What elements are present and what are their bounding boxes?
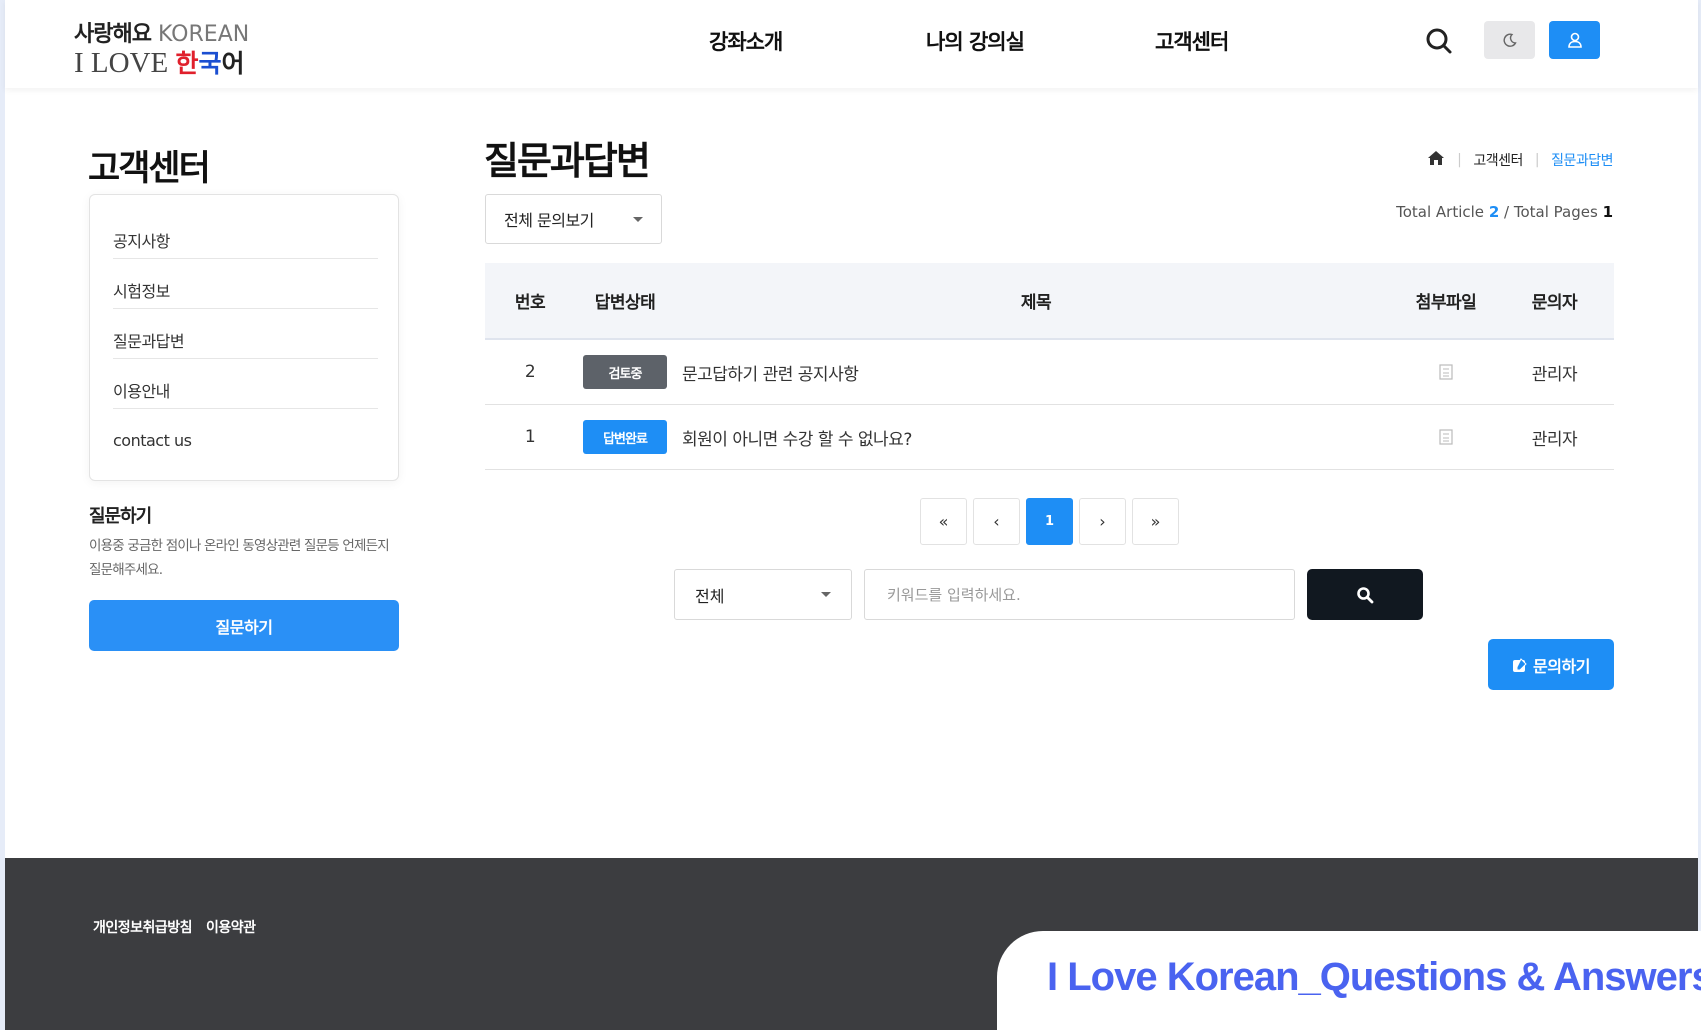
total-pages-label: Total Pages bbox=[1513, 203, 1598, 221]
write-inquiry-button[interactable]: 문의하기 bbox=[1488, 639, 1614, 690]
site-header: 사랑해요 KOREAN I LOVE 한국어 강좌소개 나의 강의실 고객센터 bbox=[5, 0, 1698, 88]
sidebar-item-notice[interactable]: 공지사항 bbox=[113, 209, 378, 259]
logo-han-char: 한 bbox=[175, 49, 199, 78]
home-icon[interactable] bbox=[1427, 150, 1445, 170]
ask-question-button[interactable]: 질문하기 bbox=[89, 600, 399, 651]
nav-my-classroom[interactable]: 나의 강의실 bbox=[926, 26, 1025, 56]
column-header-status: 답변상태 bbox=[594, 293, 656, 313]
row-file-cell bbox=[1397, 364, 1495, 380]
search-submit-button[interactable] bbox=[1307, 569, 1423, 620]
last-page-button[interactable]: » bbox=[1132, 498, 1179, 545]
total-article-count: 2 bbox=[1488, 203, 1500, 221]
total-pages-count: 1 bbox=[1602, 203, 1613, 221]
inquiry-filter-value: 전체 문의보기 bbox=[504, 211, 594, 230]
search-scope-select[interactable]: 전체 bbox=[674, 569, 852, 620]
column-header-no: 번호 bbox=[514, 293, 546, 313]
breadcrumb: | 고객센터 | 질문과답변 bbox=[1427, 150, 1613, 170]
chevron-down-icon bbox=[633, 216, 643, 222]
breadcrumb-separator: | bbox=[1534, 152, 1540, 168]
column-header-author: 문의자 bbox=[1531, 293, 1578, 313]
logo-eo-char: 어 bbox=[221, 49, 245, 78]
row-author: 관리자 bbox=[1531, 429, 1578, 450]
total-article-label: Total Article bbox=[1396, 203, 1485, 221]
page-title: 질문과답변 bbox=[484, 139, 651, 183]
logo-guk-char: 국 bbox=[198, 49, 222, 78]
theme-toggle-button[interactable] bbox=[1484, 21, 1535, 59]
footer-links: 개인정보취급방침 이용약관 bbox=[93, 917, 256, 937]
table-row[interactable]: 2 검토중 문고답하기 관련 공지사항 관리자 bbox=[485, 340, 1614, 405]
breadcrumb-current[interactable]: 질문과답변 bbox=[1551, 150, 1613, 170]
page-1-button[interactable]: 1 bbox=[1026, 498, 1073, 545]
file-icon[interactable] bbox=[1439, 364, 1453, 380]
ask-section-title: 질문하기 bbox=[89, 506, 152, 527]
caption-banner: I Love Korean_Questions & Answers bbox=[997, 931, 1701, 1030]
row-number: 1 bbox=[524, 427, 536, 447]
row-status-cell: 답변완료 bbox=[575, 420, 675, 454]
moon-icon bbox=[1503, 33, 1517, 47]
logo-korean-text: 사랑해요 bbox=[74, 22, 152, 47]
pagination: « ‹ 1 › » bbox=[920, 498, 1179, 545]
edit-icon bbox=[1513, 657, 1527, 672]
next-page-button[interactable]: › bbox=[1079, 498, 1126, 545]
footer-link-terms[interactable]: 이용약관 bbox=[206, 917, 256, 937]
status-badge: 답변완료 bbox=[583, 420, 667, 454]
nav-course-intro[interactable]: 강좌소개 bbox=[709, 26, 783, 56]
keyword-search-input[interactable] bbox=[864, 569, 1295, 620]
column-header-title: 제목 bbox=[1020, 293, 1052, 313]
sidebar-item-guide[interactable]: 이용안내 bbox=[113, 359, 378, 409]
first-page-button[interactable]: « bbox=[920, 498, 967, 545]
nav-customer-center[interactable]: 고객센터 bbox=[1155, 26, 1229, 56]
row-title-link[interactable]: 문고답하기 관련 공지사항 bbox=[675, 360, 1397, 385]
file-icon[interactable] bbox=[1439, 429, 1453, 445]
logo-line1: 사랑해요 KOREAN bbox=[74, 16, 249, 48]
row-status-cell: 검토중 bbox=[575, 355, 675, 389]
logo-english-text: KOREAN bbox=[150, 22, 250, 47]
sidebar-menu: 공지사항 시험정보 질문과답변 이용안내 contact us bbox=[89, 194, 399, 481]
sidebar-item-contact[interactable]: contact us bbox=[113, 409, 378, 459]
table-row[interactable]: 1 답변완료 회원이 아니면 수강 할 수 없나요? 관리자 bbox=[485, 405, 1614, 470]
table-header: 번호 답변상태 제목 첨부파일 문의자 bbox=[485, 263, 1614, 340]
caption-text: I Love Korean_Questions & Answers bbox=[1047, 955, 1701, 999]
search-icon bbox=[1357, 586, 1374, 603]
logo-ilove-text: I LOVE bbox=[74, 47, 176, 79]
site-logo[interactable]: 사랑해요 KOREAN I LOVE 한국어 bbox=[74, 16, 249, 79]
column-header-file: 첨부파일 bbox=[1415, 293, 1477, 313]
status-badge: 검토중 bbox=[583, 355, 667, 389]
logo-line2: I LOVE 한국어 bbox=[74, 48, 249, 79]
totals-separator: / bbox=[1499, 203, 1514, 221]
ask-section-description: 이용중 궁금한 점이나 온라인 동영상관련 질문등 언제든지 질문해주세요. bbox=[89, 538, 390, 578]
search-scope-value: 전체 bbox=[695, 586, 725, 606]
user-account-button[interactable] bbox=[1549, 21, 1600, 59]
row-title-link[interactable]: 회원이 아니면 수강 할 수 없나요? bbox=[675, 425, 1397, 450]
breadcrumb-customer-center[interactable]: 고객센터 bbox=[1473, 150, 1523, 170]
breadcrumb-separator: | bbox=[1457, 152, 1462, 168]
row-file-cell bbox=[1397, 429, 1495, 445]
qna-table: 번호 답변상태 제목 첨부파일 문의자 2 검토중 문고답하기 관련 공지사항 … bbox=[485, 263, 1614, 470]
chevron-down-icon bbox=[821, 592, 831, 597]
article-totals: Total Article 2 / Total Pages 1 bbox=[1396, 203, 1613, 221]
sidebar-item-exam-info[interactable]: 시험정보 bbox=[113, 259, 378, 309]
prev-page-button[interactable]: ‹ bbox=[973, 498, 1020, 545]
footer-link-privacy[interactable]: 개인정보취급방침 bbox=[93, 917, 193, 937]
user-icon bbox=[1567, 32, 1582, 48]
write-inquiry-label: 문의하기 bbox=[1533, 656, 1590, 676]
sidebar-title: 고객센터 bbox=[88, 149, 211, 189]
row-number: 2 bbox=[524, 362, 536, 382]
inquiry-filter-select[interactable]: 전체 문의보기 bbox=[485, 194, 662, 244]
sidebar-item-qna[interactable]: 질문과답변 bbox=[113, 309, 378, 359]
row-author: 관리자 bbox=[1531, 364, 1578, 385]
search-icon[interactable] bbox=[1424, 26, 1454, 56]
